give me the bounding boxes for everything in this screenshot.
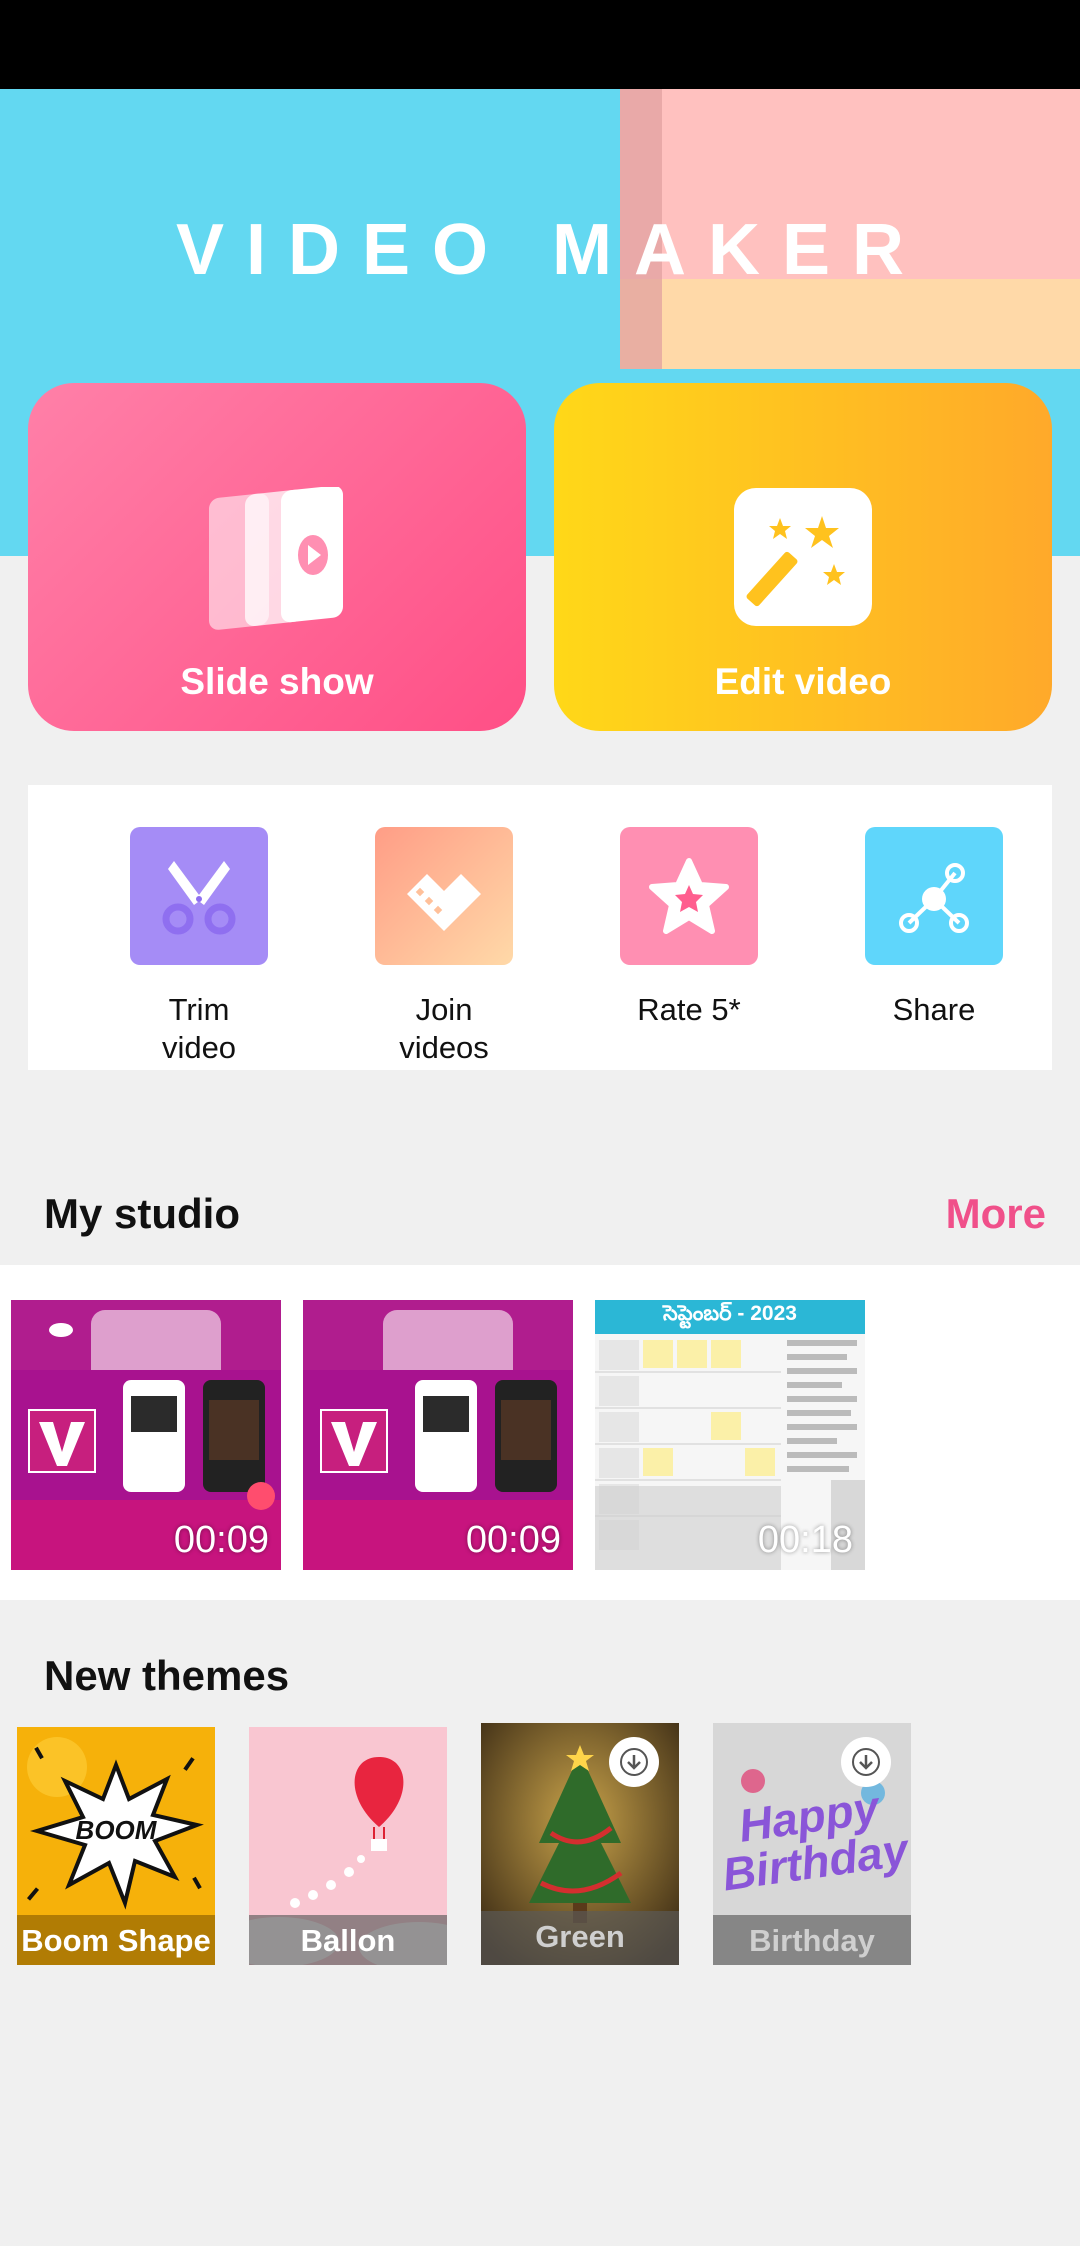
theme-ballon[interactable]: Ballon: [249, 1727, 447, 1965]
my-studio-title: My studio: [44, 1190, 240, 1237]
studio-strip: 00:09 00:09 సెప్టెంబర్ - 2023 00:18: [0, 1265, 1080, 1600]
slideshow-label: Slide show: [180, 661, 374, 702]
studio-video-1[interactable]: 00:09: [11, 1300, 281, 1570]
join-videos-label: Join videos: [399, 992, 489, 1065]
more-link[interactable]: More: [946, 1190, 1046, 1238]
studio-video-2[interactable]: 00:09: [303, 1300, 573, 1570]
new-themes-title: New themes: [44, 1652, 290, 1699]
magic-wand-icon: [734, 488, 872, 631]
edit-video-label: Edit video: [714, 661, 892, 702]
share-button[interactable]: Share: [824, 827, 1044, 1029]
status-bar: [0, 0, 1080, 89]
film-heart-icon: [375, 827, 513, 965]
theme-name: Birthday: [713, 1915, 911, 1965]
trim-video-label: Trim video: [161, 992, 237, 1065]
video-duration: 00:09: [465, 1519, 561, 1561]
calendar-title: సెప్టెంబర్ - 2023: [663, 1302, 797, 1325]
studio-video-3[interactable]: సెప్టెంబర్ - 2023 00:18: [595, 1300, 865, 1570]
edit-video-button[interactable]: Edit video: [554, 383, 1052, 731]
download-icon[interactable]: [609, 1737, 659, 1787]
share-icon: [865, 827, 1003, 965]
tools-panel: Trim video Join videos Rate 5* Share: [28, 785, 1052, 1070]
scissors-icon: [130, 827, 268, 965]
theme-name: Ballon: [249, 1915, 447, 1965]
theme-birthday[interactable]: Happy Birthday Birthday: [713, 1723, 911, 1965]
video-duration: 00:18: [757, 1519, 853, 1561]
trim-video-button[interactable]: Trim video: [89, 827, 309, 1067]
slideshow-icon: [207, 485, 347, 642]
boom-text: BOOM: [75, 1815, 157, 1845]
theme-name: Green: [481, 1911, 679, 1965]
video-duration: 00:09: [173, 1519, 269, 1561]
rate-label: Rate 5*: [637, 992, 741, 1027]
download-icon[interactable]: [841, 1737, 891, 1787]
slideshow-button[interactable]: Slide show: [28, 383, 526, 731]
rate-button[interactable]: Rate 5*: [579, 827, 799, 1029]
theme-green[interactable]: Green: [481, 1723, 679, 1965]
theme-boom-shape[interactable]: BOOM Boom Shape: [17, 1727, 215, 1965]
theme-name: Boom Shape: [17, 1915, 215, 1965]
star-icon: [620, 827, 758, 965]
header-decor-orange: [620, 279, 1080, 369]
app-title: VIDEO MAKER: [175, 210, 927, 290]
share-label: Share: [892, 992, 976, 1027]
join-videos-button[interactable]: Join videos: [334, 827, 554, 1067]
